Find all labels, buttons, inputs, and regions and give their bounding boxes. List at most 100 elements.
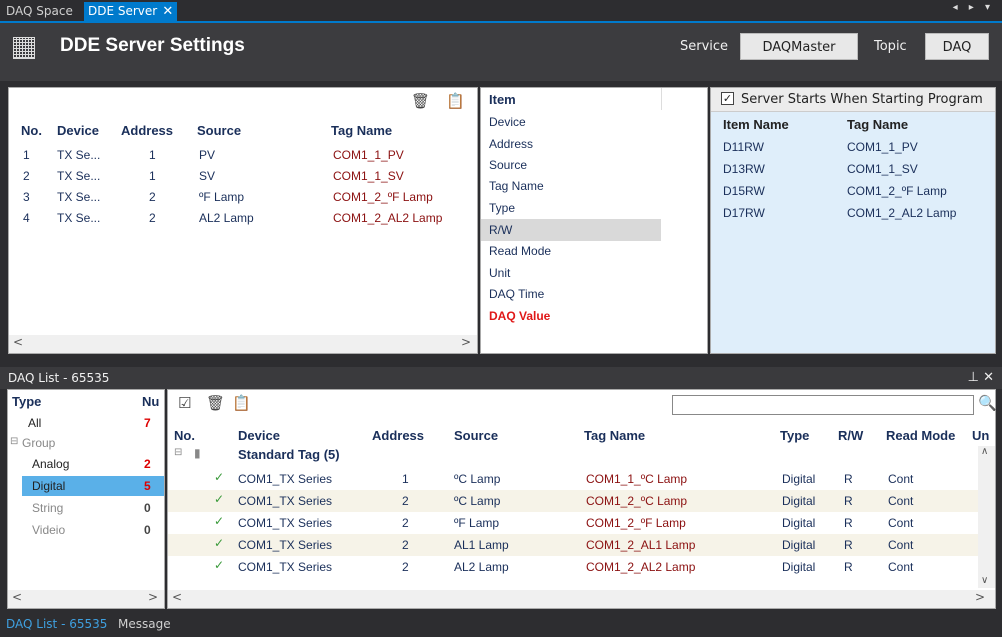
table-row[interactable]: ✓ COM1_TX Series 2 ºC Lamp COM1_2_ºC Lam… [168,490,978,512]
table-row[interactable]: ✓ COM1_TX Series 2 ºF Lamp COM1_2_ºF Lam… [168,512,978,534]
horizontal-scrollbar[interactable]: < > [9,335,477,353]
server-item-name[interactable]: D13RW [723,162,765,176]
cell-source: AL1 Lamp [454,538,509,552]
item-read-mode[interactable]: Read Mode [489,244,551,258]
service-field[interactable]: DAQMaster [740,33,858,60]
item-source[interactable]: Source [489,158,527,172]
cell-device: COM1_TX Series [238,538,333,552]
type-header: Type [12,394,42,409]
cell-no: 1 [23,148,30,162]
item-type[interactable]: Type [489,201,515,215]
item-daq-time[interactable]: DAQ Time [489,287,544,301]
cell-address: 2 [402,560,409,574]
col-device[interactable]: Device [57,123,99,138]
tab-message[interactable]: Message [118,612,171,637]
table-row[interactable]: 3 TX Se... 2 ºF Lamp COM1_2_ºF Lamp [9,186,477,207]
col-source[interactable]: Source [197,123,241,138]
horizontal-scrollbar[interactable]: < > [8,590,164,608]
checkbox-checked-icon[interactable]: ✓ [721,92,734,105]
cell-mode: Cont [888,494,914,508]
type-label: Analog [32,457,70,471]
table-row[interactable]: ✓ COM1_TX Series 2 AL1 Lamp COM1_2_AL1 L… [168,534,978,556]
select-all-icon[interactable]: ☑ [178,394,191,412]
table-row[interactable]: 1 TX Se... 1 PV COM1_1_PV [9,144,477,165]
scroll-left-icon[interactable]: < [12,590,22,604]
cell-tag: COM1_2_ºC Lamp [586,494,688,508]
server-tag-name[interactable]: COM1_2_ºF Lamp [847,184,947,198]
col-no[interactable]: No. [174,428,195,443]
type-item-analog[interactable]: Analog 2 [22,454,162,474]
cell-no: 2 [23,169,30,183]
table-row[interactable]: ✓ COM1_TX Series 2 AL2 Lamp COM1_2_AL2 L… [168,556,978,578]
server-item-name[interactable]: D17RW [723,206,765,220]
col-type[interactable]: Type [780,428,809,443]
table-row[interactable]: 2 TX Se... 1 SV COM1_1_SV [9,165,477,186]
check-icon: ✓ [214,536,225,550]
col-device[interactable]: Device [238,428,280,443]
col-no[interactable]: No. [21,123,42,138]
col-item-name[interactable]: Item Name [723,117,789,132]
tab-navigation-icons[interactable]: ◂ ▸ ▾ [953,2,994,13]
search-icon[interactable]: 🔍 [978,394,997,412]
collapse-icon[interactable]: ⊟ [174,447,182,458]
item-address[interactable]: Address [489,137,533,151]
horizontal-scrollbar[interactable]: < > [168,590,995,608]
type-item-all[interactable]: All 7 [18,414,162,432]
scroll-left-icon[interactable]: < [13,335,23,349]
search-input[interactable] [672,395,974,415]
server-item-name[interactable]: D11RW [723,140,764,154]
server-tag-name[interactable]: COM1_2_AL2 Lamp [847,206,956,220]
cell-type: Digital [782,538,816,552]
col-rw[interactable]: R/W [838,428,863,443]
col-tag-name[interactable]: Tag Name [584,428,645,443]
table-row[interactable]: 4 TX Se... 2 AL2 Lamp COM1_2_AL2 Lamp [9,207,477,228]
scroll-left-icon[interactable]: < [172,590,182,604]
type-item-digital[interactable]: Digital 5 [22,476,164,496]
col-unit[interactable]: Un [972,428,989,443]
pin-close-icons[interactable]: ⊥ ✕ [968,367,994,389]
type-item-string[interactable]: String 0 [22,498,162,518]
clear-list-icon[interactable]: 📋 [232,394,251,412]
server-tag-name[interactable]: COM1_1_PV [847,140,918,154]
col-tag-name[interactable]: Tag Name [847,117,908,132]
scroll-right-icon[interactable]: > [148,590,158,604]
vertical-scrollbar[interactable]: ∧ ∨ [978,446,995,588]
dde-tag-table: 🗑 📋 No. Device Address Source Tag Name 1… [8,87,478,354]
item-device[interactable]: Device [489,115,526,129]
type-item-videio[interactable]: Videio 0 [22,520,162,540]
tab-daq-list[interactable]: DAQ List - 65535 [6,612,107,637]
tab-dde-server[interactable]: DDE Server ✕ [84,2,178,21]
server-tag-name[interactable]: COM1_1_SV [847,162,918,176]
item-unit[interactable]: Unit [489,266,510,280]
expand-icon[interactable]: ⊟ [10,436,18,447]
cell-address: 2 [402,516,409,530]
clear-list-icon[interactable]: 📋 [446,92,465,110]
check-icon: ✓ [214,470,225,484]
col-tag-name[interactable]: Tag Name [331,123,392,138]
scroll-right-icon[interactable]: > [461,335,471,349]
group-row[interactable]: ⊟ ▮ Standard Tag (5) [168,446,978,464]
delete-icon[interactable]: 🗑 [206,394,225,412]
type-count: 5 [144,479,151,493]
item-tag-name[interactable]: Tag Name [489,179,544,193]
col-source[interactable]: Source [454,428,498,443]
delete-icon[interactable]: 🗑 [411,92,430,110]
cell-rw: R [844,472,853,486]
type-item-group[interactable]: ⊟ Group [10,434,160,452]
daq-list-header: DAQ List - 65535 ⊥ ✕ [0,367,1002,389]
scroll-right-icon[interactable]: > [975,590,985,604]
item-rw[interactable]: R/W [489,223,512,237]
table-row[interactable]: ✓ COM1_TX Series 1 ºC Lamp COM1_1_ºC Lam… [168,468,978,490]
col-read-mode[interactable]: Read Mode [886,428,955,443]
tab-daq-space[interactable]: DAQ Space [2,2,77,21]
server-item-name[interactable]: D15RW [723,184,765,198]
cell-address: 2 [149,211,156,225]
col-address[interactable]: Address [121,123,173,138]
topic-field[interactable]: DAQ [925,33,989,60]
close-icon[interactable]: ✕ [162,2,173,21]
scroll-up-icon[interactable]: ∧ [981,446,988,457]
col-address[interactable]: Address [372,428,424,443]
server-start-option[interactable]: ✓ Server Starts When Starting Program [711,88,995,112]
scroll-down-icon[interactable]: ∨ [981,575,988,586]
item-daq-value[interactable]: DAQ Value [489,309,550,323]
